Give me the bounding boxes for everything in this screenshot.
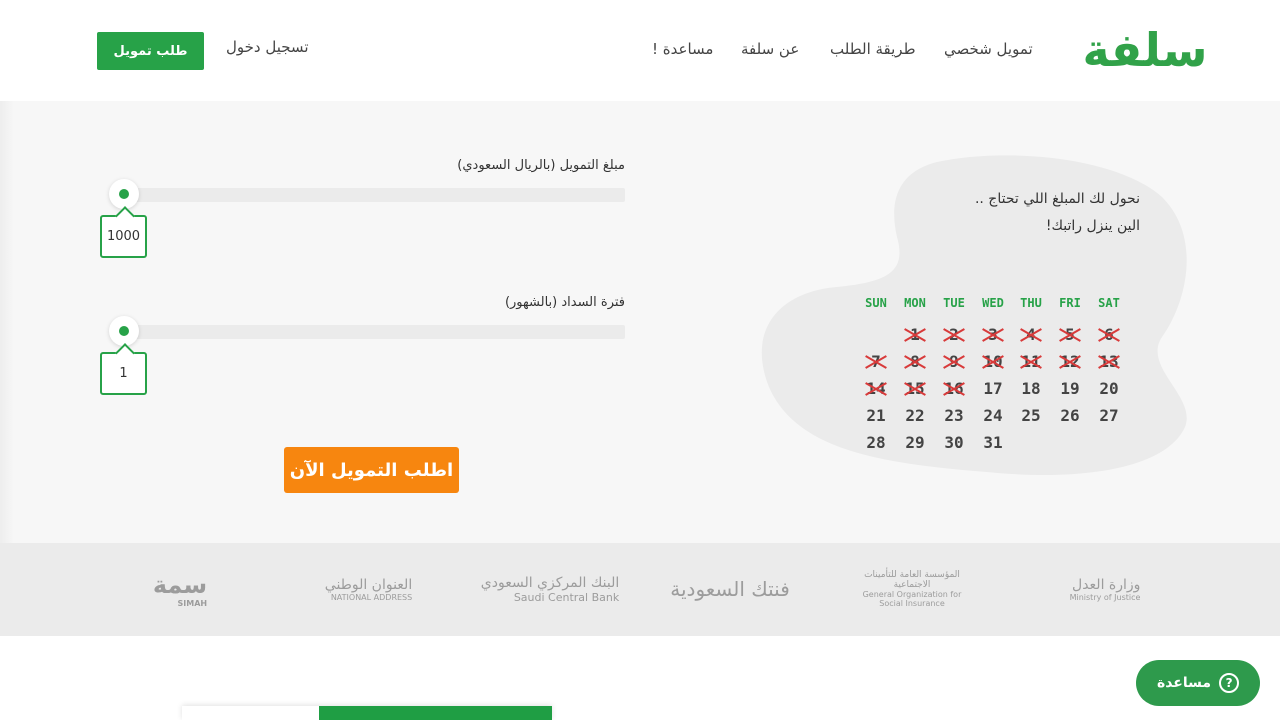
amount-value: 1000 — [100, 215, 147, 258]
calendar-day: 15 — [900, 379, 930, 399]
request-finance-button[interactable]: اطلب التمويل الآن — [284, 447, 459, 493]
calendar-day: 12 — [1055, 352, 1085, 372]
promo-line-2: الين ينزل راتبك! — [1045, 218, 1140, 234]
partner-name: وزارة العدل — [1072, 576, 1141, 593]
calendar-day: 25 — [1021, 406, 1041, 425]
period-label: فترة السداد (بالشهور) — [504, 295, 625, 310]
weekday-tue: TUE — [943, 296, 965, 310]
calendar-day: 30 — [944, 433, 964, 452]
weekday-sun: SUN — [865, 296, 887, 310]
calendar-day: 29 — [905, 433, 925, 452]
partner-name: فنتك السعودية — [670, 577, 790, 601]
nav-about[interactable]: عن سلفة — [741, 40, 799, 58]
period-slider-handle[interactable] — [109, 316, 139, 346]
nav-help[interactable]: مساعدة ! — [652, 40, 713, 58]
partners-strip: وزارة العدل Ministry of Justice المؤسسة ا… — [0, 543, 1280, 636]
calendar-day: 6 — [1094, 325, 1124, 345]
period-value: 1 — [100, 352, 147, 395]
partner-sub: SIMAH — [177, 598, 208, 608]
period-slider-track[interactable] — [122, 325, 625, 339]
weekday-wed: WED — [982, 296, 1004, 310]
calendar-day: 18 — [1021, 379, 1041, 398]
partner-sub: Ministry of Justice — [1069, 592, 1141, 602]
promo-line-1: نحول لك المبلغ اللي تحتاج .. — [974, 191, 1140, 207]
calendar-day: 21 — [866, 406, 886, 425]
calendar-day: 5 — [1055, 325, 1085, 345]
partner-name: المؤسسة العامة للتأمينات الاجتماعية — [864, 570, 960, 590]
apply-button[interactable]: طلب تمويل — [97, 32, 204, 70]
calendar-day: 10 — [978, 352, 1008, 372]
help-chat-button[interactable]: ? مساعدة — [1136, 660, 1260, 706]
promo-text: نحول لك المبلغ اللي تحتاج .. الين ينزل ر… — [930, 186, 1140, 240]
calendar-day: 23 — [944, 406, 964, 425]
calendar-day: 8 — [900, 352, 930, 372]
sama-logo: البنك المركزي السعودي Saudi Central Bank — [476, 563, 624, 615]
calendar-day: 7 — [861, 352, 891, 372]
calendar-day: 22 — [905, 406, 925, 425]
national-address-logo: العنوان الوطني NATIONAL ADDRESS — [306, 563, 431, 615]
simah-logo: سمة SIMAH — [144, 563, 216, 615]
site-header: سلفة تمويل شخصي طريقة الطلب عن سلفة مساع… — [0, 0, 1280, 101]
calendar-day: 11 — [1016, 352, 1046, 372]
partner-name: سمة — [152, 570, 208, 599]
app-preview-card — [182, 706, 552, 720]
calendar-day: 2 — [939, 325, 969, 345]
partner-sub: Saudi Central Bank — [513, 590, 620, 604]
amount-label: مبلغ التمويل (بالريال السعودي) — [457, 158, 625, 173]
calendar-day: 31 — [983, 433, 1003, 452]
calendar-day: 4 — [1016, 325, 1046, 345]
partner-name: العنوان الوطني — [324, 576, 413, 593]
partner-sub: NATIONAL ADDRESS — [330, 592, 413, 602]
weekday-fri: FRI — [1059, 296, 1081, 310]
calendar-day: 20 — [1099, 379, 1119, 398]
calendar-day: 3 — [978, 325, 1008, 345]
calendar-day: 13 — [1094, 352, 1124, 372]
weekday-thu: THU — [1020, 296, 1042, 310]
calendar-day: 1 — [900, 325, 930, 345]
app-preview-header — [319, 706, 552, 720]
calendar-day: 28 — [866, 433, 886, 452]
login-link[interactable]: تسجيل دخول — [226, 38, 309, 56]
nav-how-to-apply[interactable]: طريقة الطلب — [830, 40, 916, 58]
calendar-day: 9 — [939, 352, 969, 372]
calendar-day: 16 — [939, 379, 969, 399]
amount-slider-handle[interactable] — [109, 179, 139, 209]
calendar-day: 26 — [1060, 406, 1080, 425]
ministry-of-justice-logo: وزارة العدل Ministry of Justice — [1040, 563, 1170, 615]
calendar-day: 17 — [983, 379, 1003, 398]
amount-slider-track[interactable] — [122, 188, 625, 202]
weekday-sat: SAT — [1098, 296, 1120, 310]
calendar-day: 19 — [1060, 379, 1080, 398]
calendar-day: 27 — [1099, 406, 1119, 425]
nav-personal-finance[interactable]: تمويل شخصي — [944, 40, 1033, 58]
partner-name: البنك المركزي السعودي — [480, 574, 620, 591]
help-label: مساعدة — [1156, 675, 1212, 691]
partner-sub: General Organization for Social Insuranc… — [862, 590, 962, 608]
calendar-day: 14 — [861, 379, 891, 399]
fintech-saudi-logo: فنتك السعودية — [655, 563, 805, 615]
gosi-logo: المؤسسة العامة للتأمينات الاجتماعية Gener… — [856, 563, 968, 615]
calendar-day: 24 — [983, 406, 1003, 425]
salfa-logo[interactable]: سلفة — [1080, 22, 1210, 78]
question-icon: ? — [1219, 673, 1240, 693]
weekday-mon: MON — [904, 296, 926, 310]
